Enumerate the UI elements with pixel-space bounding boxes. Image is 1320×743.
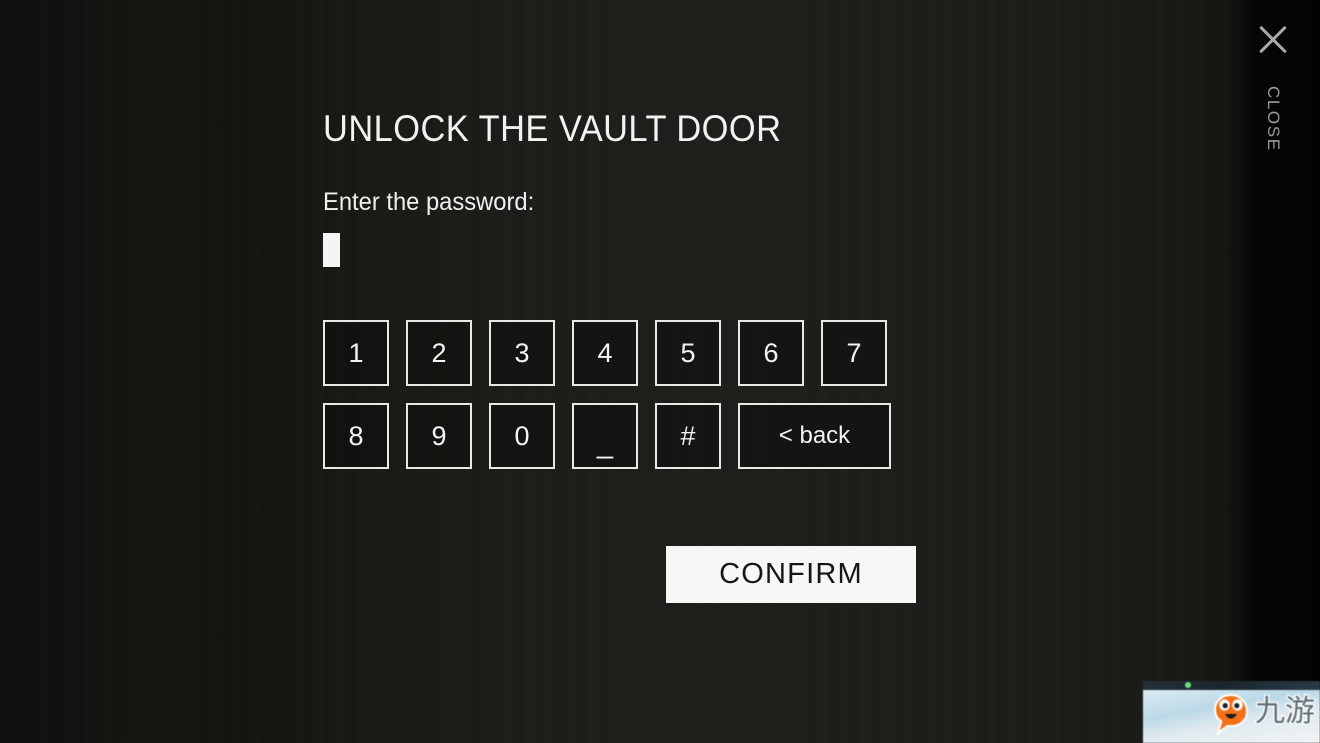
key-9[interactable]: 9 (406, 403, 472, 469)
page-title: UNLOCK THE VAULT DOOR (323, 108, 782, 149)
watermark-indicator-dot (1185, 682, 1191, 688)
watermark-overlay: 九游 (1143, 681, 1320, 743)
close-button[interactable]: CLOSE (1243, 14, 1303, 189)
key-3[interactable]: 3 (489, 320, 555, 386)
key-back[interactable]: < back (738, 403, 891, 469)
key-0[interactable]: 0 (489, 403, 555, 469)
confirm-button[interactable]: CONFIRM (666, 546, 916, 603)
password-prompt-label: Enter the password: (323, 188, 535, 216)
watermark-topbar (1143, 681, 1320, 690)
key-2[interactable]: 2 (406, 320, 472, 386)
vault-dialog: UNLOCK THE VAULT DOOR Enter the password… (323, 110, 963, 269)
key-1[interactable]: 1 (323, 320, 389, 386)
keypad-row-1: 1 2 3 4 5 6 7 (323, 320, 891, 386)
close-x-icon (1253, 20, 1293, 60)
key-underscore[interactable]: _ (572, 403, 638, 469)
close-label: CLOSE (1264, 86, 1283, 152)
key-6[interactable]: 6 (738, 320, 804, 386)
key-hash[interactable]: # (655, 403, 721, 469)
game-screen: CLOSE UNLOCK THE VAULT DOOR Enter the pa… (0, 0, 1320, 743)
key-7[interactable]: 7 (821, 320, 887, 386)
text-caret (323, 233, 340, 267)
watermark-logo-text: 九游 (1254, 694, 1317, 729)
password-input[interactable] (323, 231, 963, 269)
key-8[interactable]: 8 (323, 403, 389, 469)
keypad-row-2: 8 9 0 _ # < back (323, 403, 891, 469)
key-4[interactable]: 4 (572, 320, 638, 386)
keypad: 1 2 3 4 5 6 7 8 9 0 _ # < back (323, 320, 891, 486)
key-5[interactable]: 5 (655, 320, 721, 386)
mascot-icon (1213, 693, 1249, 736)
